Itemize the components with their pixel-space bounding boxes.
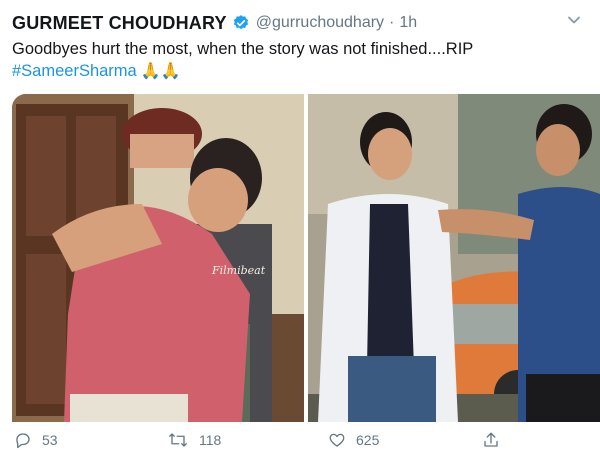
user-handle[interactable]: @gurruchoudhary — [256, 14, 384, 32]
tweet-actions: 53 118 625 — [12, 430, 600, 450]
like-icon — [329, 433, 345, 447]
separator-dot: · — [389, 14, 395, 31]
like-count: 625 — [356, 432, 380, 448]
reply-icon — [16, 433, 30, 449]
photo-hug[interactable]: Filmibeat — [12, 94, 304, 422]
display-name[interactable]: GURMEET CHOUDHARY — [12, 13, 227, 34]
tweet-media[interactable]: Filmibeat — [12, 94, 600, 422]
retweet-count: 118 — [199, 432, 222, 448]
chevron-down-icon[interactable] — [566, 12, 582, 28]
timestamp[interactable]: 1h — [399, 14, 417, 32]
watermark-text: Filmibeat — [211, 264, 266, 277]
photo-conversation[interactable] — [308, 94, 600, 422]
verified-badge-icon — [232, 14, 250, 32]
retweet-button[interactable]: 118 — [167, 431, 221, 449]
retweet-icon — [169, 433, 187, 447]
tweet-body: Goodbyes hurt the most, when the story w… — [12, 40, 474, 58]
tweet-header: GURMEET CHOUDHARY @gurruchoudhary · 1h — [12, 10, 588, 36]
praying-hands-emoji: 🙏🙏 — [140, 61, 181, 80]
like-button[interactable]: 625 — [328, 431, 379, 449]
share-icon — [484, 432, 498, 447]
tweet-text: Goodbyes hurt the most, when the story w… — [12, 38, 588, 82]
reply-count: 53 — [42, 432, 58, 448]
reply-button[interactable]: 53 — [14, 431, 58, 449]
share-button[interactable] — [482, 431, 510, 449]
hashtag-link[interactable]: #SameerSharma — [12, 62, 137, 80]
